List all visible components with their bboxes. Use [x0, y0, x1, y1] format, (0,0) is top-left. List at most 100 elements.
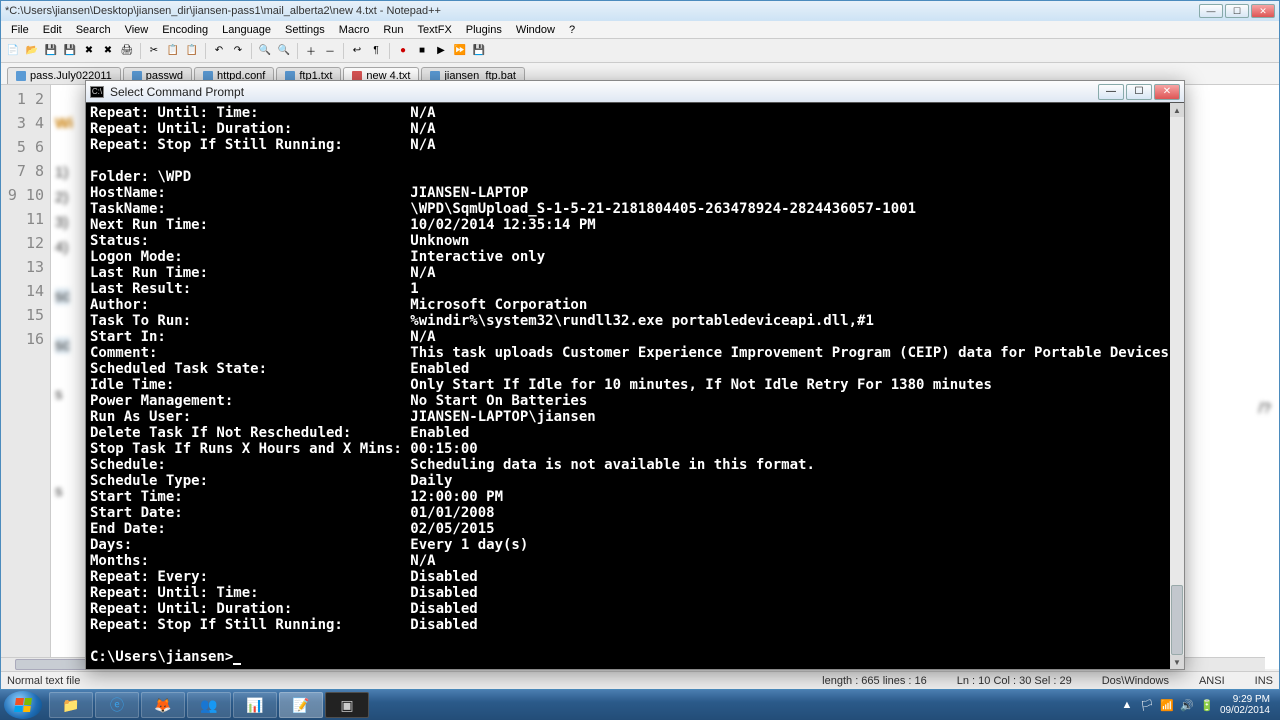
- cmd-output[interactable]: Repeat: Until: Time: N/A Repeat: Until: …: [86, 103, 1170, 669]
- status-length: length : 665 lines : 16: [822, 675, 927, 687]
- editor-line: 2): [55, 189, 68, 206]
- tray-volume-icon[interactable]: 🔊: [1180, 698, 1194, 712]
- cmd-cursor: [233, 663, 241, 665]
- start-button[interactable]: [4, 691, 42, 719]
- npp-titlebar[interactable]: *C:\Users\jiansen\Desktop\jiansen_dir\ji…: [1, 1, 1279, 21]
- stop-macro-icon[interactable]: ■: [414, 43, 430, 59]
- menu-file[interactable]: File: [5, 23, 35, 37]
- play-multi-icon[interactable]: ⏩: [452, 43, 468, 59]
- print-icon[interactable]: 🖨: [119, 43, 135, 59]
- zoom-out-icon[interactable]: －: [322, 43, 338, 59]
- menu-plugins[interactable]: Plugins: [460, 23, 508, 37]
- menu-macro[interactable]: Macro: [333, 23, 376, 37]
- cmd-title: Select Command Prompt: [110, 85, 1098, 99]
- toolbar-separator: [205, 43, 206, 59]
- toolbar-separator: [251, 43, 252, 59]
- close-file-icon[interactable]: ✖: [81, 43, 97, 59]
- maximize-button[interactable]: ☐: [1225, 4, 1249, 18]
- status-position: Ln : 10 Col : 30 Sel : 29: [957, 675, 1072, 687]
- vertical-scrollbar[interactable]: ▲ ▼: [1170, 103, 1184, 669]
- taskbar-firefox-icon[interactable]: 🦊: [141, 692, 185, 718]
- editor-line: sc: [55, 337, 70, 354]
- menu-run[interactable]: Run: [377, 23, 409, 37]
- menu-help[interactable]: ?: [563, 23, 581, 37]
- npp-title: *C:\Users\jiansen\Desktop\jiansen_dir\ji…: [5, 5, 1199, 17]
- status-filetype: Normal text file: [7, 675, 80, 687]
- wrap-icon[interactable]: ↩: [349, 43, 365, 59]
- npp-menubar: File Edit Search View Encoding Language …: [1, 21, 1279, 39]
- show-chars-icon[interactable]: ¶: [368, 43, 384, 59]
- menu-view[interactable]: View: [119, 23, 155, 37]
- undo-icon[interactable]: ↶: [211, 43, 227, 59]
- taskbar-clock[interactable]: 9:29 PM 09/02/2014: [1220, 694, 1270, 716]
- system-tray: ▲ 🏳 📶 🔊 🔋 9:29 PM 09/02/2014: [1120, 694, 1276, 716]
- editor-line: sc: [55, 288, 70, 305]
- menu-settings[interactable]: Settings: [279, 23, 331, 37]
- windows-logo-icon: [14, 698, 32, 712]
- tray-battery-icon[interactable]: 🔋: [1200, 698, 1214, 712]
- close-all-icon[interactable]: ✖: [100, 43, 116, 59]
- toolbar-separator: [343, 43, 344, 59]
- windows-taskbar: 📁 ⓔ 🦊 👥 📊 📝 ▣ ▲ 🏳 📶 🔊 🔋 9:29 PM 09/02/20…: [0, 690, 1280, 720]
- editor-line: s: [55, 483, 63, 500]
- editor-line: s: [55, 386, 63, 403]
- line-number-gutter: 1 2 3 4 5 6 7 8 9 10 11 12 13 14 15 16: [1, 85, 51, 669]
- menu-encoding[interactable]: Encoding: [156, 23, 214, 37]
- save-icon[interactable]: 💾: [43, 43, 59, 59]
- taskbar-notepadpp-icon[interactable]: 📝: [279, 692, 323, 718]
- cmd-icon: C:\: [90, 86, 104, 98]
- taskbar-app-icon[interactable]: 👥: [187, 692, 231, 718]
- taskbar-cmd-icon[interactable]: ▣: [325, 692, 369, 718]
- status-eol: Dos\Windows: [1102, 675, 1169, 687]
- record-macro-icon[interactable]: ●: [395, 43, 411, 59]
- command-prompt-window: C:\ Select Command Prompt — ☐ ✕ Repeat: …: [85, 80, 1185, 670]
- close-button[interactable]: ✕: [1251, 4, 1275, 18]
- menu-textfx[interactable]: TextFX: [412, 23, 458, 37]
- maximize-button[interactable]: ☐: [1126, 84, 1152, 100]
- taskbar-explorer-icon[interactable]: 📁: [49, 692, 93, 718]
- editor-line: Wi: [55, 115, 73, 132]
- editor-line: 3): [55, 214, 68, 231]
- scrollbar-thumb[interactable]: [1171, 585, 1183, 655]
- tray-network-icon[interactable]: 📶: [1160, 698, 1174, 712]
- find-icon[interactable]: 🔍: [257, 43, 273, 59]
- save-all-icon[interactable]: 💾: [62, 43, 78, 59]
- scroll-down-icon[interactable]: ▼: [1170, 655, 1184, 669]
- cut-icon[interactable]: ✂: [146, 43, 162, 59]
- menu-search[interactable]: Search: [70, 23, 117, 37]
- editor-line: /?: [1258, 397, 1271, 421]
- play-macro-icon[interactable]: ▶: [433, 43, 449, 59]
- editor-line: 1): [55, 164, 68, 181]
- toolbar-separator: [140, 43, 141, 59]
- new-file-icon[interactable]: 📄: [5, 43, 21, 59]
- toolbar-separator: [297, 43, 298, 59]
- editor-line: 4): [55, 239, 68, 256]
- scroll-up-icon[interactable]: ▲: [1170, 103, 1184, 117]
- redo-icon[interactable]: ↷: [230, 43, 246, 59]
- file-icon: [16, 71, 26, 81]
- toolbar-separator: [389, 43, 390, 59]
- menu-window[interactable]: Window: [510, 23, 561, 37]
- open-file-icon[interactable]: 📂: [24, 43, 40, 59]
- taskbar-app-icon[interactable]: 📊: [233, 692, 277, 718]
- clock-time: 9:29 PM: [1220, 694, 1270, 705]
- close-button[interactable]: ✕: [1154, 84, 1180, 100]
- npp-toolbar: 📄 📂 💾 💾 ✖ ✖ 🖨 ✂ 📋 📋 ↶ ↷ 🔍 🔍 ＋ － ↩ ¶ ● ■ …: [1, 39, 1279, 63]
- menu-edit[interactable]: Edit: [37, 23, 68, 37]
- tray-flag-icon[interactable]: 🏳: [1140, 698, 1154, 712]
- menu-language[interactable]: Language: [216, 23, 277, 37]
- paste-icon[interactable]: 📋: [184, 43, 200, 59]
- minimize-button[interactable]: —: [1199, 4, 1223, 18]
- status-insert-mode: INS: [1255, 675, 1273, 687]
- cmd-titlebar[interactable]: C:\ Select Command Prompt — ☐ ✕: [86, 81, 1184, 103]
- replace-icon[interactable]: 🔍: [276, 43, 292, 59]
- npp-statusbar: Normal text file length : 665 lines : 16…: [1, 671, 1279, 689]
- clock-date: 09/02/2014: [1220, 705, 1270, 716]
- taskbar-ie-icon[interactable]: ⓔ: [95, 692, 139, 718]
- tray-up-icon[interactable]: ▲: [1120, 698, 1134, 712]
- save-macro-icon[interactable]: 💾: [471, 43, 487, 59]
- copy-icon[interactable]: 📋: [165, 43, 181, 59]
- zoom-in-icon[interactable]: ＋: [303, 43, 319, 59]
- minimize-button[interactable]: —: [1098, 84, 1124, 100]
- status-encoding: ANSI: [1199, 675, 1225, 687]
